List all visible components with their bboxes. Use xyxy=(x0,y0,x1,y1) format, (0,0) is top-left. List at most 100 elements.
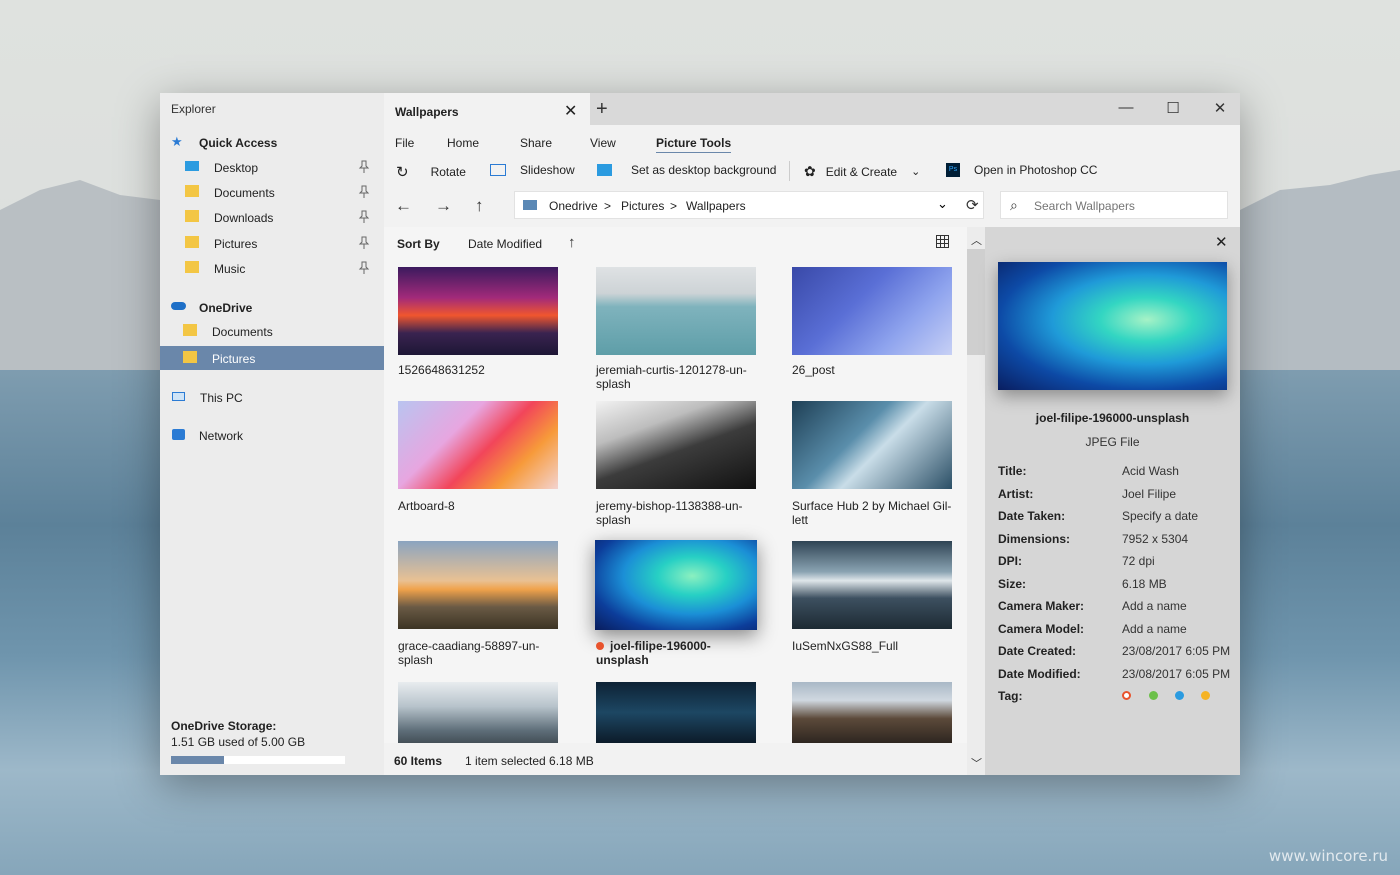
property-value[interactable]: 72 dpi xyxy=(1122,554,1155,568)
file-thumbnail[interactable] xyxy=(792,267,952,355)
tab-label: Wallpapers xyxy=(395,105,459,119)
chevron-down-icon[interactable]: ⌄ xyxy=(911,165,920,178)
tab-home[interactable]: Home xyxy=(447,136,479,150)
scrollbar-thumb[interactable] xyxy=(967,249,985,355)
close-tab-icon[interactable]: ✕ xyxy=(564,101,577,121)
sidebar-item-downloads[interactable]: Downloads xyxy=(160,205,384,229)
file-thumbnail[interactable] xyxy=(792,541,952,629)
sidebar: Explorer ★ Quick Access Desktop Document… xyxy=(160,93,384,775)
property-value[interactable]: 7952 x 5304 xyxy=(1122,532,1188,546)
wallpaper-icon xyxy=(597,164,612,176)
tag-blue-icon[interactable] xyxy=(1175,691,1184,700)
rotate-label: Rotate xyxy=(430,165,466,179)
nav-label: This PC xyxy=(200,391,243,405)
refresh-icon[interactable]: ⟳ xyxy=(966,196,979,214)
grid-view-icon[interactable] xyxy=(936,235,949,248)
open-photoshop-button[interactable]: Ps Open in Photoshop CC xyxy=(946,163,1097,177)
search-input[interactable] xyxy=(1034,199,1214,213)
file-thumbnail[interactable] xyxy=(792,401,952,489)
tag-green-icon[interactable] xyxy=(1149,691,1158,700)
explorer-window: Explorer ★ Quick Access Desktop Document… xyxy=(160,93,1240,775)
edit-create-button[interactable]: ✿ Edit & Create ⌄ xyxy=(804,163,920,180)
chevron-up-icon[interactable]: ︿ xyxy=(971,232,982,248)
file-thumbnail[interactable] xyxy=(398,541,558,629)
file-name[interactable]: Artboard-8 xyxy=(398,499,558,513)
nav-network[interactable]: Network xyxy=(160,423,384,447)
forward-arrow-icon[interactable]: → xyxy=(435,196,452,216)
property-value[interactable]: Add a name xyxy=(1122,622,1187,636)
file-thumbnail[interactable] xyxy=(398,401,558,489)
sort-dropdown[interactable]: Date Modified xyxy=(468,237,542,251)
chevron-down-icon[interactable]: ﹀ xyxy=(971,755,982,771)
tab-share[interactable]: Share xyxy=(520,136,552,150)
set-desktop-background-button[interactable]: Set as desktop background xyxy=(597,163,776,177)
close-details-icon[interactable]: ✕ xyxy=(1215,233,1228,251)
toolbar-divider xyxy=(789,161,790,181)
tab-view[interactable]: View xyxy=(590,136,616,150)
breadcrumb-separator: > xyxy=(604,199,612,213)
file-name: joel-filipe-196000-unsplash xyxy=(596,639,711,667)
tab-file[interactable]: File xyxy=(395,136,414,150)
chevron-down-icon[interactable]: ⌄ xyxy=(937,196,948,212)
address-bar[interactable]: Onedrive > Pictures > Wallpapers ⌄ xyxy=(514,191,984,219)
sidebar-item-onedrive-pictures[interactable]: Pictures xyxy=(160,346,384,370)
tab-picture-tools[interactable]: Picture Tools xyxy=(656,136,732,154)
property-value[interactable]: Specify a date xyxy=(1122,509,1198,523)
property-value[interactable]: Acid Wash xyxy=(1122,464,1179,478)
file-name[interactable]: IuSemNxGS88_Full xyxy=(792,639,952,653)
sidebar-item-onedrive-documents[interactable]: Documents xyxy=(160,319,384,343)
network-icon xyxy=(172,429,185,440)
back-arrow-icon[interactable]: ← xyxy=(395,196,412,216)
property-value[interactable]: 6.18 MB xyxy=(1122,577,1167,591)
file-name[interactable]: 1526648631252 xyxy=(398,363,558,377)
file-thumbnail[interactable] xyxy=(596,267,756,355)
file-name-selected[interactable]: joel-filipe-196000-unsplash xyxy=(596,639,756,667)
rotate-button[interactable]: ↻ Rotate xyxy=(396,163,466,181)
property-value[interactable]: Joel Filipe xyxy=(1122,487,1176,501)
new-tab-icon[interactable]: + xyxy=(596,98,608,121)
sidebar-item-pictures[interactable]: Pictures xyxy=(160,231,384,255)
file-name[interactable]: Surface Hub 2 by Michael Gil-lett xyxy=(792,499,952,527)
file-thumbnail[interactable] xyxy=(596,401,756,489)
breadcrumb-wallpapers[interactable]: Wallpapers xyxy=(686,199,746,213)
file-thumbnail[interactable] xyxy=(596,682,756,743)
tab-wallpapers[interactable]: Wallpapers ✕ xyxy=(384,93,590,125)
file-name[interactable]: jeremiah-curtis-1201278-un-splash xyxy=(596,363,756,391)
nav-quick-access[interactable]: ★ Quick Access xyxy=(160,130,384,154)
pin-icon[interactable] xyxy=(358,210,370,224)
property-key: Artist: xyxy=(998,487,1034,501)
file-name[interactable]: jeremy-bishop-1138388-un-splash xyxy=(596,499,756,527)
sidebar-item-desktop[interactable]: Desktop xyxy=(160,155,384,179)
scrollbar[interactable]: ︿ ﹀ xyxy=(967,227,985,775)
breadcrumb-onedrive[interactable]: Onedrive xyxy=(549,199,598,213)
sidebar-item-music[interactable]: Music xyxy=(160,256,384,280)
file-thumbnail[interactable] xyxy=(792,682,952,743)
pin-icon[interactable] xyxy=(358,236,370,250)
slideshow-button[interactable]: Slideshow xyxy=(490,163,575,177)
maximize-icon[interactable]: ☐ xyxy=(1158,99,1188,117)
pin-icon[interactable] xyxy=(358,185,370,199)
up-arrow-icon[interactable]: ↑ xyxy=(475,196,484,216)
search-box[interactable]: ⌕ xyxy=(1000,191,1228,219)
nav-onedrive[interactable]: OneDrive xyxy=(160,295,384,319)
property-value[interactable]: Add a name xyxy=(1122,599,1187,613)
close-window-icon[interactable]: ✕ xyxy=(1205,99,1235,117)
property-value[interactable]: 23/08/2017 6:05 PM xyxy=(1122,667,1230,681)
pin-icon[interactable] xyxy=(358,160,370,174)
file-thumbnail[interactable] xyxy=(398,267,558,355)
tag-yellow-icon[interactable] xyxy=(1201,691,1210,700)
file-thumbnail[interactable] xyxy=(398,682,558,743)
tag-red-icon[interactable] xyxy=(1122,691,1131,700)
sidebar-item-documents[interactable]: Documents xyxy=(160,180,384,204)
sort-direction-icon[interactable]: ↑ xyxy=(568,234,576,251)
breadcrumb-pictures[interactable]: Pictures xyxy=(621,199,664,213)
minimize-icon[interactable]: — xyxy=(1111,99,1141,116)
pin-icon[interactable] xyxy=(358,261,370,275)
file-name[interactable]: 26_post xyxy=(792,363,952,377)
property-value[interactable]: 23/08/2017 6:05 PM xyxy=(1122,644,1230,658)
details-file-type: JPEG File xyxy=(1085,435,1140,449)
nav-label: Downloads xyxy=(214,211,274,225)
nav-this-pc[interactable]: This PC xyxy=(160,385,384,409)
file-thumbnail-selected[interactable] xyxy=(595,540,757,630)
file-name[interactable]: grace-caadiang-58897-un-splash xyxy=(398,639,558,667)
